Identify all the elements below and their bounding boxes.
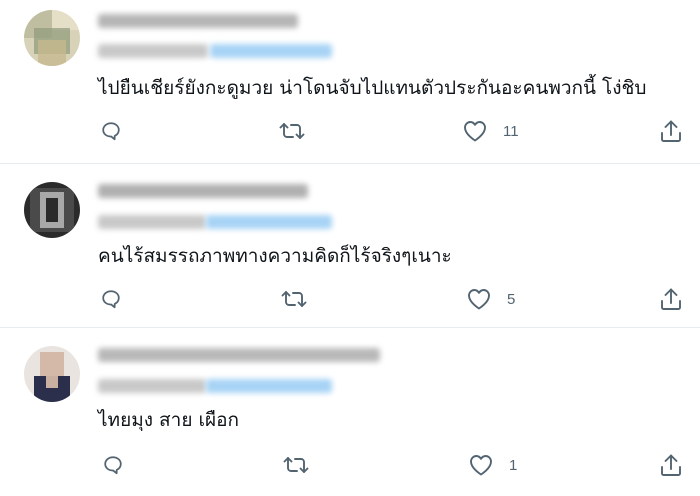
share-button[interactable] [660,451,682,479]
share-button[interactable] [660,285,682,313]
avatar[interactable] [24,346,80,402]
blurred-link [210,44,332,58]
heart-icon [464,121,486,142]
blurred-username [98,348,380,362]
share-icon [661,288,681,310]
blurred-username [98,184,308,198]
heart-icon [468,289,490,310]
blurred-username [98,14,298,28]
blurred-handle [98,215,206,229]
reply-icon [102,122,120,141]
retweet-icon [283,457,309,473]
like-count: 5 [507,290,516,308]
blurred-handle [98,379,206,393]
share-icon [661,120,681,142]
retweet-button[interactable] [279,117,305,145]
reply-button[interactable] [100,285,122,313]
tweet-actions: 11 [0,117,700,145]
share-icon [661,454,681,476]
blurred-link [206,215,332,229]
retweet-icon [279,123,305,139]
like-count: 1 [509,456,518,474]
avatar[interactable] [24,182,80,238]
reply-button[interactable] [102,451,124,479]
like-count: 11 [503,122,519,140]
reply-icon [104,456,122,475]
tweet-text: ไทยมุง สาย เผือก [98,409,240,431]
heart-icon [470,455,492,476]
tweet-text: ไปยืนเชียร์ยังกะดูมวย น่าโดนจับไปแทนตัวป… [98,77,647,99]
blurred-handle [98,44,208,58]
blurred-link [206,379,332,393]
tweet[interactable]: คนไร้สมรรถภาพทางความคิดก็ไร้จริงๆเนาะ 5 [0,164,700,328]
tweet[interactable]: ไปยืนเชียร์ยังกะดูมวย น่าโดนจับไปแทนตัวป… [0,0,700,164]
avatar[interactable] [24,10,80,66]
reply-button[interactable] [100,117,122,145]
retweet-button[interactable] [283,451,309,479]
retweet-icon [281,291,307,307]
tweet-text: คนไร้สมรรถภาพทางความคิดก็ไร้จริงๆเนาะ [98,245,452,267]
like-button[interactable]: 11 [463,117,519,145]
reply-icon [102,290,120,309]
like-button[interactable]: 5 [467,285,515,313]
reply-feed: ไปยืนเชียร์ยังกะดูมวย น่าโดนจับไปแทนตัวป… [0,0,700,496]
tweet-actions: 5 [0,285,700,313]
like-button[interactable]: 1 [469,451,517,479]
share-button[interactable] [660,117,682,145]
tweet-actions: 1 [0,451,700,479]
retweet-button[interactable] [281,285,307,313]
tweet[interactable]: ไทยมุง สาย เผือก 1 [0,328,700,496]
